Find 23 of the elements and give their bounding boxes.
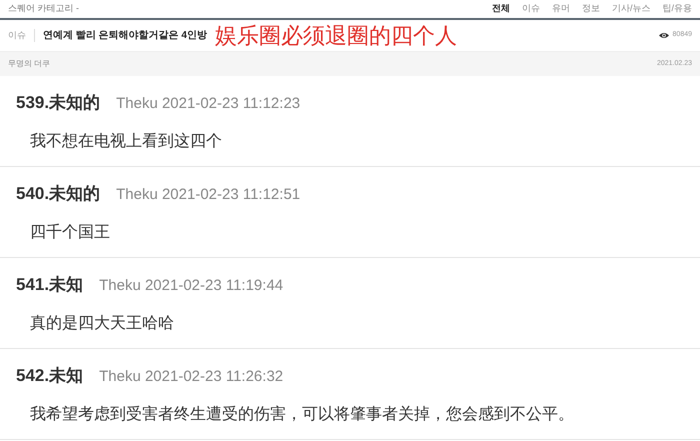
author-name: 무명의 더쿠 bbox=[8, 58, 50, 70]
post-title: 연예계 빨리 은퇴해야할거같은 4인방 bbox=[43, 29, 207, 43]
category-tab[interactable]: 유머 bbox=[552, 2, 570, 16]
comment-meta: Theku 2021-02-23 11:12:51 bbox=[116, 185, 300, 205]
comment-text: 我希望考虑到受害者终生遭受的伤害，可以将肇事者关掉，您会感到不公平。 bbox=[30, 404, 574, 424]
breadcrumb: 스퀘어 카테고리 - bbox=[8, 2, 79, 16]
comment-author: 540.未知的 bbox=[16, 183, 100, 205]
caption-overlay: 娱乐圈必须退圈的四个人 bbox=[214, 24, 457, 46]
comment-text: 四千个国王 bbox=[30, 222, 110, 242]
comment-author: 539.未知的 bbox=[16, 92, 100, 114]
comment-meta: Theku 2021-02-23 11:19:44 bbox=[99, 276, 284, 296]
post-category: 이슈 bbox=[8, 28, 35, 42]
category-tab[interactable]: 전체 bbox=[492, 2, 510, 16]
category-tab[interactable]: 기사/뉴스 bbox=[612, 2, 650, 16]
comment-author: 541.未知 bbox=[16, 274, 84, 296]
category-tab[interactable]: 정보 bbox=[582, 2, 600, 16]
comment-author: 542.未知 bbox=[16, 365, 84, 387]
comment-meta: Theku 2021-02-23 11:12:23 bbox=[116, 94, 300, 114]
comment-text: 真的是四大天王哈哈 bbox=[30, 314, 174, 334]
comment-meta: Theku 2021-02-23 11:26:32 bbox=[99, 367, 284, 387]
category-tab[interactable]: 이슈 bbox=[522, 2, 540, 16]
category-tab[interactable]: 팁/유용 bbox=[662, 2, 692, 16]
comment-text: 我不想在电视上看到这四个 bbox=[30, 132, 222, 152]
